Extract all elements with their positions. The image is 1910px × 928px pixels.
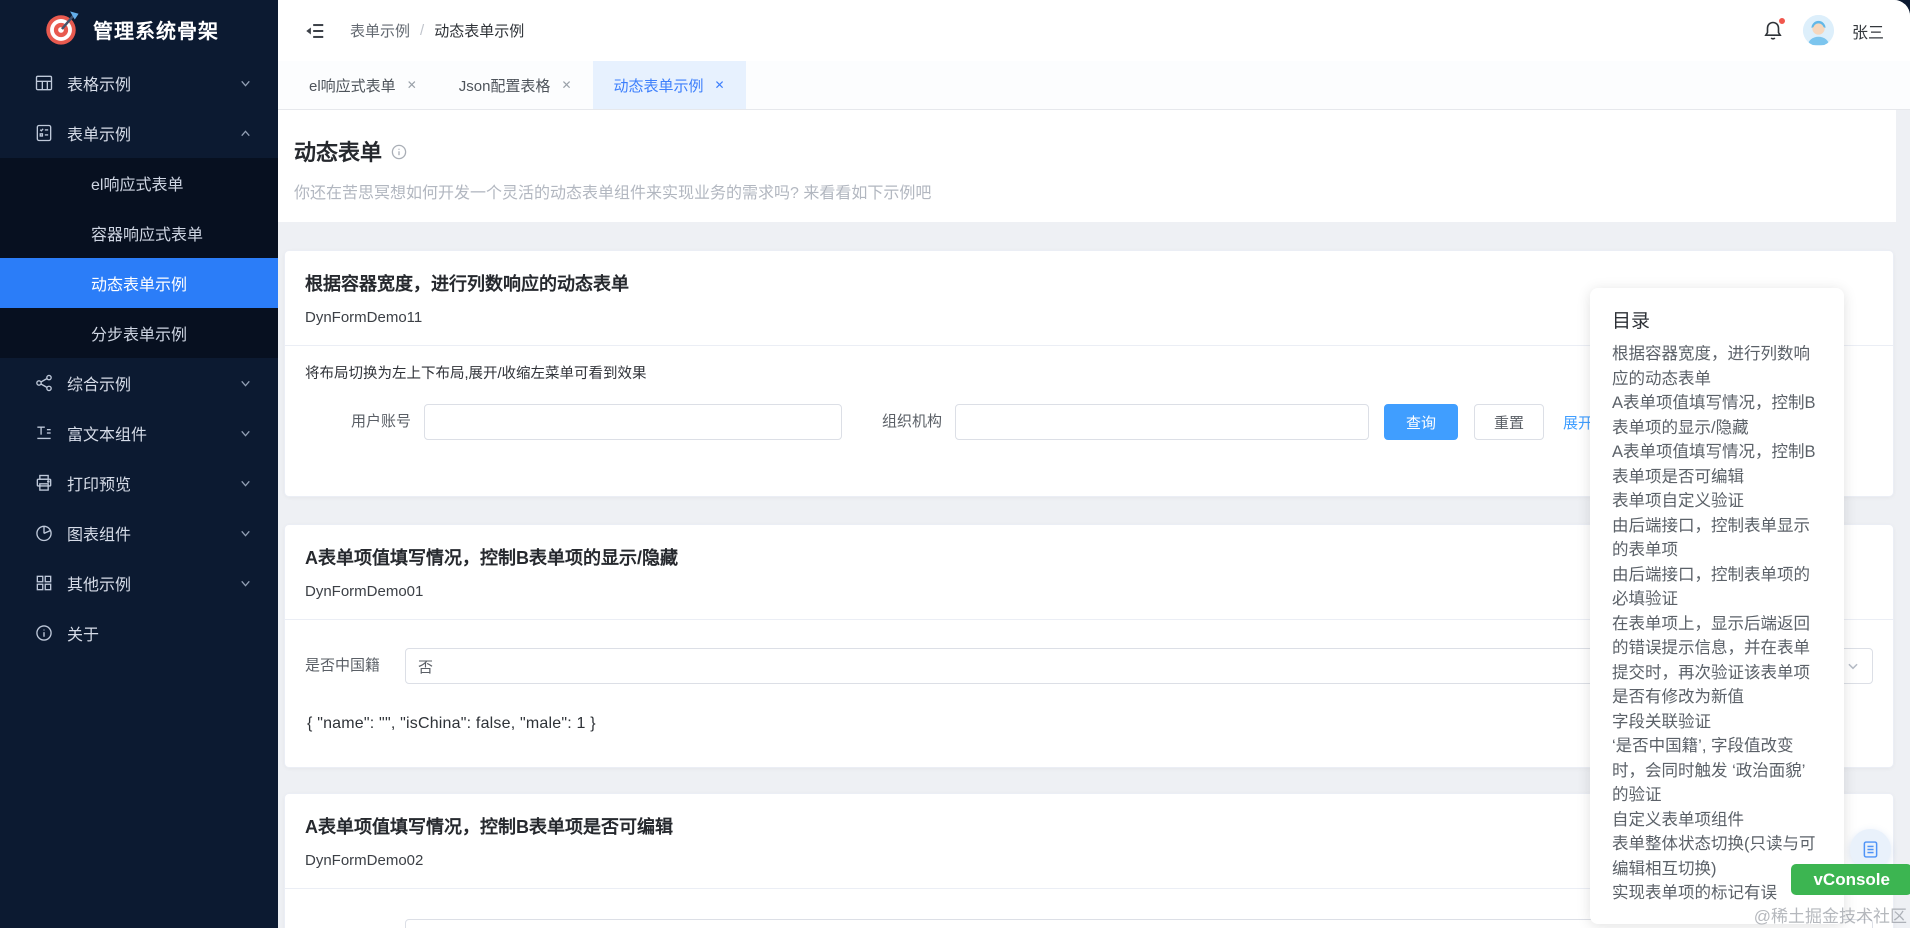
chevron-down-icon xyxy=(241,430,250,437)
toc-item[interactable]: 自定义表单项组件 xyxy=(1612,808,1822,833)
tab-label: el响应式表单 xyxy=(309,77,396,95)
vconsole-button[interactable]: vConsole xyxy=(1791,864,1910,895)
sidebar-item-label: 打印预览 xyxy=(67,477,132,494)
sidebar-item-label: 富文本组件 xyxy=(67,427,148,444)
notification-badge xyxy=(1777,16,1786,25)
organization-input[interactable] xyxy=(955,404,1369,440)
printer-icon xyxy=(36,474,52,491)
breadcrumb-parent[interactable]: 表单示例 xyxy=(350,20,410,41)
sidebar: 管理系统骨架 表格示例 表单示例 el响应式表单 容器响应式表单 动态表单示例 … xyxy=(0,0,278,928)
toc-item[interactable]: A表单项值填写情况，控制B表单项是否可编辑 xyxy=(1612,440,1822,489)
toc-item[interactable]: 根据容器宽度，进行列数响应的动态表单 xyxy=(1612,342,1822,391)
sidebar-item-charts[interactable]: 图表组件 xyxy=(0,508,278,558)
chevron-down-icon xyxy=(241,80,250,87)
tab-close-icon[interactable]: ✕ xyxy=(407,78,417,92)
toc-item[interactable]: 由后端接口，控制表单项的必填验证 xyxy=(1612,563,1822,612)
organization-label: 组织机构 xyxy=(881,413,942,430)
sidebar-subitem-step-form[interactable]: 分步表单示例 xyxy=(0,308,278,358)
sidebar-submenu-form: el响应式表单 容器响应式表单 动态表单示例 分步表单示例 xyxy=(0,158,278,358)
sidebar-item-label: 关于 xyxy=(67,627,100,644)
tab-json-config-table[interactable]: Json配置表格 ✕ xyxy=(438,61,593,109)
table-icon xyxy=(35,75,53,91)
toc-item[interactable]: 字段关联验证 xyxy=(1612,710,1822,735)
page-header: 动态表单 你还在苦思冥想如何开发一个灵活的动态表单组件来实现业务的需求吗? 来看… xyxy=(278,110,1896,222)
chevron-down-icon xyxy=(241,530,250,537)
breadcrumb-current: 动态表单示例 xyxy=(434,23,525,40)
grid-squares-icon xyxy=(36,575,52,591)
info-icon[interactable] xyxy=(391,144,407,160)
chevron-up-icon xyxy=(241,129,250,136)
tab-label: 动态表单示例 xyxy=(613,77,704,95)
chevron-down-icon xyxy=(241,480,250,487)
toc-panel: 目录 根据容器宽度，进行列数响应的动态表单 A表单项值填写情况，控制B表单项的显… xyxy=(1590,288,1844,924)
search-button[interactable]: 查询 xyxy=(1384,404,1458,440)
user-account-label: 用户账号 xyxy=(350,413,411,430)
app-root: 管理系统骨架 表格示例 表单示例 el响应式表单 容器响应式表单 动态表单示例 … xyxy=(0,0,1910,928)
sidebar-subitem-el-responsive-form[interactable]: el响应式表单 xyxy=(0,158,278,208)
form-checklist-icon xyxy=(36,124,52,142)
toc-item[interactable]: 表单项自定义验证 xyxy=(1612,489,1822,514)
sidebar-item-richtext[interactable]: 富文本组件 xyxy=(0,408,278,458)
tab-close-icon[interactable]: ✕ xyxy=(715,78,725,92)
tab-el-responsive-form[interactable]: el响应式表单 ✕ xyxy=(288,61,438,109)
sidebar-subitem-label: 分步表单示例 xyxy=(91,327,188,344)
sidebar-item-table-demos[interactable]: 表格示例 xyxy=(0,58,278,108)
sidebar-item-other-demos[interactable]: 其他示例 xyxy=(0,558,278,608)
toc-item[interactable]: 由后端接口，控制表单显示的表单项 xyxy=(1612,514,1822,563)
sidebar-menu: 表格示例 表单示例 el响应式表单 容器响应式表单 动态表单示例 分步表单示例 … xyxy=(0,58,278,658)
avatar[interactable] xyxy=(1802,15,1834,46)
toc-item[interactable]: A表单项值填写情况，控制B表单项的显示/隐藏 xyxy=(1612,391,1822,440)
sidebar-subitem-label: 容器响应式表单 xyxy=(91,227,204,244)
sidebar-item-print-preview[interactable]: 打印预览 xyxy=(0,458,278,508)
sidebar-item-label: 表单示例 xyxy=(67,127,132,144)
chevron-down-icon xyxy=(1848,663,1858,670)
app-logo: 管理系统骨架 xyxy=(0,0,278,58)
sidebar-item-about[interactable]: 关于 xyxy=(0,608,278,658)
info-circle-icon xyxy=(36,625,52,641)
sidebar-subitem-label: el响应式表单 xyxy=(91,177,184,194)
is-china-label: 是否中国籍 xyxy=(305,657,381,674)
toc-item[interactable]: ‘是否中国籍’, 字段值改变时，会同时触发 ‘政治面貌’ 的验证 xyxy=(1612,734,1822,808)
pie-chart-icon xyxy=(36,525,52,542)
sidebar-item-label: 图表组件 xyxy=(67,527,132,544)
sidebar-item-composite-demos[interactable]: 综合示例 xyxy=(0,358,278,408)
topbar-right: 张三 xyxy=(1761,15,1884,46)
app-title: 管理系统骨架 xyxy=(93,20,219,43)
sidebar-subitem-container-responsive-form[interactable]: 容器响应式表单 xyxy=(0,208,278,258)
tab-dynamic-form-demo[interactable]: 动态表单示例 ✕ xyxy=(592,61,746,109)
expand-link[interactable]: 展开 xyxy=(1563,412,1593,433)
tab-close-icon[interactable]: ✕ xyxy=(561,78,571,92)
tabbar: el响应式表单 ✕ Json配置表格 ✕ 动态表单示例 ✕ xyxy=(278,61,1910,110)
sidebar-subitem-dynamic-form[interactable]: 动态表单示例 xyxy=(0,258,278,308)
tab-label: Json配置表格 xyxy=(458,77,551,95)
notification-bell-icon[interactable] xyxy=(1761,16,1786,43)
reset-button[interactable]: 重置 xyxy=(1474,404,1544,440)
breadcrumb-separator: / xyxy=(420,22,425,39)
user-account-input[interactable] xyxy=(424,404,842,440)
toc-item[interactable]: 在表单项上，显示后端返回的错误提示信息，并在表单提交时，再次验证该表单项是否有修… xyxy=(1612,612,1822,710)
page-title: 动态表单 xyxy=(294,140,383,165)
sidebar-item-label: 其他示例 xyxy=(67,577,132,594)
username[interactable]: 张三 xyxy=(1852,19,1884,43)
sidebar-item-label: 表格示例 xyxy=(67,77,132,94)
sidebar-subitem-label: 动态表单示例 xyxy=(91,277,188,294)
sidebar-item-label: 综合示例 xyxy=(67,377,132,394)
sidebar-fold-icon[interactable] xyxy=(304,20,326,42)
chevron-down-icon xyxy=(241,580,250,587)
is-china-label: 是否中国籍 xyxy=(305,919,393,928)
toc-title: 目录 xyxy=(1612,311,1651,332)
topbar: 表单示例 / 动态表单示例 张三 xyxy=(278,0,1910,61)
page-subtitle: 你还在苦思冥想如何开发一个灵活的动态表单组件来实现业务的需求吗? 来看看如下示例… xyxy=(294,185,932,202)
richtext-icon xyxy=(37,426,51,440)
share-network-icon xyxy=(36,374,52,392)
breadcrumb: 表单示例 / 动态表单示例 xyxy=(350,20,524,41)
chevron-down-icon xyxy=(241,380,250,387)
toc-document-icon xyxy=(1863,841,1878,858)
target-logo-icon xyxy=(46,11,79,45)
sidebar-item-form-demos[interactable]: 表单示例 xyxy=(0,108,278,158)
